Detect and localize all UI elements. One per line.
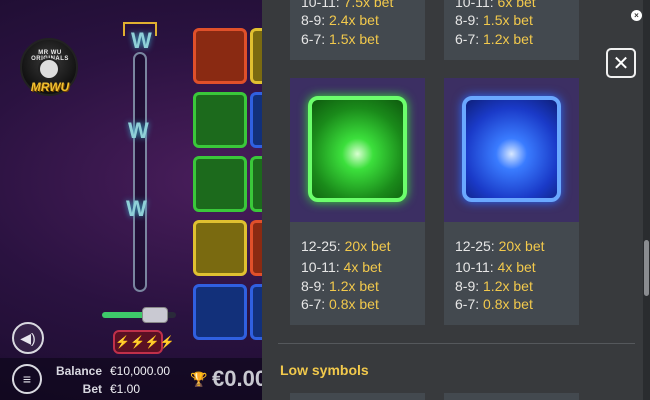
pay-line: 8-9: 1.2x bet — [301, 278, 379, 294]
bet-value: €1.00 — [110, 382, 141, 396]
meter-wild-symbol-low: W — [126, 196, 147, 221]
pay-line: 10-11: 6x bet — [455, 0, 536, 10]
blue-gem-icon — [462, 96, 561, 202]
pay-line: 8-9: 2.4x bet — [301, 12, 379, 28]
meter-wild-symbol-top: W — [131, 28, 152, 53]
hamburger-icon[interactable]: ≡ — [12, 364, 42, 394]
reel-cell-green-2 — [193, 156, 247, 212]
bet-slider-knob[interactable] — [142, 307, 168, 323]
paytable-card-green-gem: 12-25: 20x bet 10-11: 4x bet 8-9: 1.2x b… — [290, 78, 425, 325]
logo-text: MRWU — [30, 80, 70, 94]
green-gem-icon — [308, 96, 407, 202]
win-amount: €0.00 — [212, 366, 268, 391]
section-divider — [278, 343, 635, 344]
pay-line: 10-11: 4x bet — [301, 259, 382, 275]
pay-line: 12-25: 20x bet — [455, 238, 545, 254]
bet-label: Bet — [82, 382, 102, 396]
window-close-icon[interactable]: × — [631, 10, 642, 21]
low-symbols-title: Low symbols — [280, 362, 369, 378]
bonus-buy-button[interactable]: ⚡⚡⚡⚡ — [113, 330, 175, 354]
pay-line: 6-7: 0.8x bet — [301, 296, 379, 312]
reel-cell-orange — [193, 28, 247, 84]
paytable-card-low-1 — [290, 393, 425, 400]
pay-line: 6-7: 1.2x bet — [455, 31, 533, 47]
balance-value: €10,000.00 — [110, 364, 171, 378]
pay-line: 10-11: 7.5x bet — [301, 0, 394, 10]
trophy-icon: 🏆 — [190, 371, 208, 387]
meter-wild-symbol-mid: W — [128, 118, 149, 143]
paytable-panel: 10-11: 7.5x bet 8-9: 2.4x bet 6-7: 1.5x … — [262, 0, 643, 400]
paytable-card-blue-gem: 12-25: 20x bet 10-11: 4x bet 8-9: 1.2x b… — [444, 78, 579, 325]
blue-gem-symbol — [444, 78, 579, 222]
paytable-card-top-2: 10-11: 6x bet 8-9: 1.5x bet 6-7: 1.2x be… — [444, 0, 579, 60]
pay-line: 12-25: 20x bet — [301, 238, 391, 254]
pay-line: 8-9: 1.2x bet — [455, 278, 533, 294]
green-gem-symbol — [290, 78, 425, 222]
pay-line: 6-7: 0.8x bet — [455, 296, 533, 312]
paytable-card-low-2 — [444, 393, 579, 400]
reel-cell-yellow — [193, 220, 247, 276]
balance-label: Balance — [55, 364, 102, 378]
paytable-scrollbar[interactable] — [643, 0, 650, 400]
scrollbar-thumb[interactable] — [644, 240, 649, 296]
reel-cell-green — [193, 92, 247, 148]
wild-meter — [133, 52, 147, 292]
pay-line: 10-11: 4x bet — [455, 259, 536, 275]
logo-face-icon — [38, 58, 60, 80]
pay-line: 6-7: 1.5x bet — [301, 31, 379, 47]
pay-line: 8-9: 1.5x bet — [455, 12, 533, 28]
close-icon[interactable]: ✕ — [606, 48, 636, 78]
reel-cell-blue — [193, 284, 247, 340]
speaker-icon[interactable]: ◀) — [12, 322, 44, 354]
paytable-card-top-1: 10-11: 7.5x bet 8-9: 2.4x bet 6-7: 1.5x … — [290, 0, 425, 60]
